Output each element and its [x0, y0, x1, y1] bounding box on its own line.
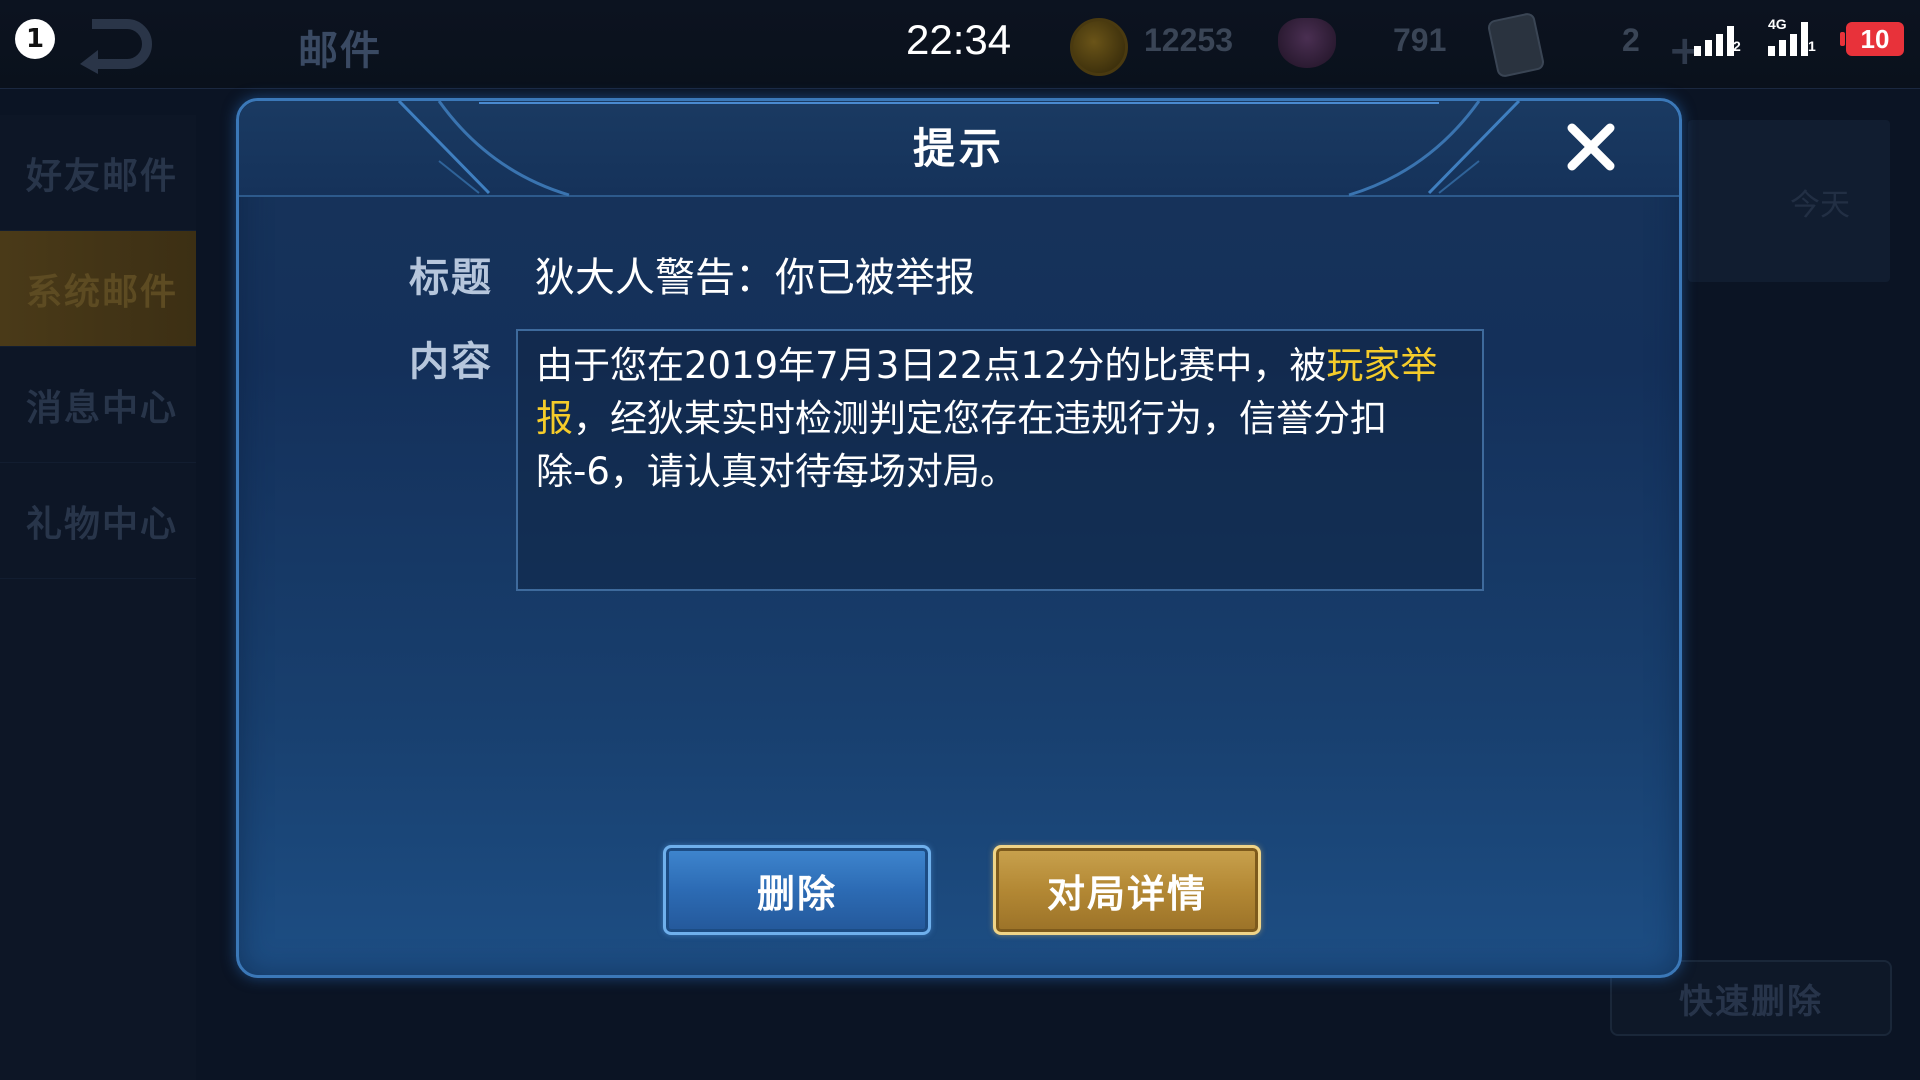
sidebar-item-friend-mail[interactable]: 好友邮件 [0, 115, 196, 231]
mail-subject: 狄大人警告：你已被举报 [535, 255, 975, 301]
sidebar-item-system-mail[interactable]: 系统邮件 [0, 231, 196, 347]
match-details-button[interactable]: 对局详情 [993, 845, 1261, 935]
close-button[interactable] [1561, 117, 1621, 177]
delete-button[interactable]: 删除 [663, 845, 931, 935]
mail-list-item[interactable] [1688, 120, 1890, 282]
mail-date: 今天 [1790, 188, 1850, 223]
sidebar: 好友邮件 系统邮件 消息中心 礼物中心 [0, 115, 196, 1080]
sim2-tag: 1 [1808, 38, 1816, 54]
gold-coin-icon [1070, 18, 1128, 76]
signal-sim2-icon [1768, 20, 1808, 56]
notification-badge[interactable]: 1 [15, 19, 55, 59]
mail-dialog: 提示 标题 狄大人警告：你已被举报 内容 由于您在2019年7月3日22点12分… [236, 98, 1682, 978]
mail-content: 由于您在2019年7月3日22点12分的比赛中，被玩家举报，经狄某实时检测判定您… [516, 329, 1484, 591]
page-title: 邮件 [298, 28, 382, 74]
ticket-icon [1486, 11, 1546, 79]
dialog-header: 提示 [239, 101, 1679, 197]
content-text: 由于您在2019年7月3日22点12分的比赛中，被 [536, 344, 1327, 387]
content-label: 内容 [409, 339, 493, 385]
sidebar-item-message-center[interactable]: 消息中心 [0, 347, 196, 463]
battery-indicator: 10 [1840, 22, 1904, 56]
back-arrow-icon[interactable] [72, 14, 152, 74]
gem-amount: 791 [1393, 22, 1447, 58]
clock-time: 22:34 [906, 16, 1012, 63]
gold-amount: 12253 [1144, 22, 1233, 58]
top-bar: 1 邮件 22:34 12253 791 2 + 2 4G 1 10 [0, 0, 1920, 89]
sidebar-item-gift-center[interactable]: 礼物中心 [0, 463, 196, 579]
signal-sim1-icon [1694, 20, 1734, 56]
close-icon [1567, 123, 1615, 171]
content-text-continued: ，经狄某实时检测判定您存在违规行为，信誉分扣除-6，请认真对待每场对局。 [536, 397, 1387, 493]
ticket-amount: 2 [1622, 22, 1640, 58]
gem-icon [1278, 18, 1336, 68]
subject-label: 标题 [409, 255, 493, 301]
sim1-tag: 2 [1733, 38, 1741, 54]
dialog-title: 提示 [912, 124, 1005, 173]
